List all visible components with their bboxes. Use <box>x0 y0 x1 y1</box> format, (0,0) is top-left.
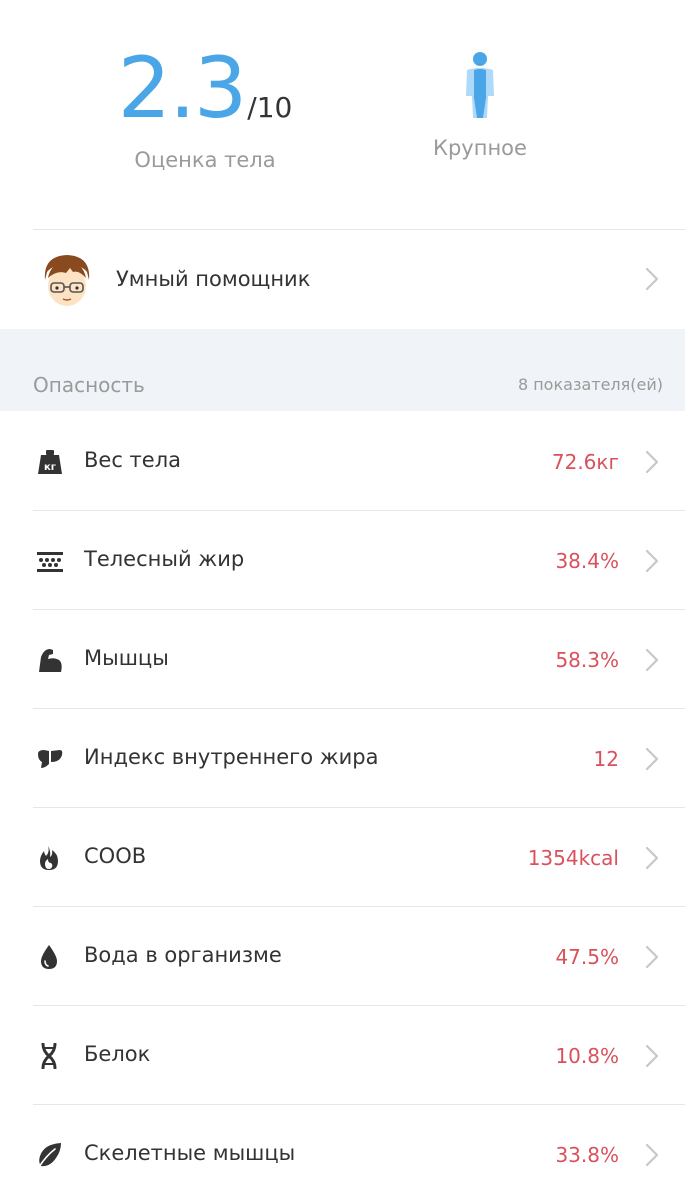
chevron-right-icon <box>645 945 659 969</box>
chevron-right-icon <box>645 1143 659 1167</box>
metric-label: СООВ <box>84 844 147 868</box>
svg-text:кг: кг <box>44 462 56 473</box>
metric-row-skeletal-muscle[interactable]: Скелетные мышцы 33.8% <box>0 1105 685 1204</box>
muscle-icon <box>39 649 62 672</box>
body-type-label: Крупное <box>433 136 527 160</box>
visceral-fat-icon <box>38 750 63 768</box>
avatar <box>37 250 97 310</box>
metric-row-muscle[interactable]: Мышцы 58.3% <box>0 610 685 709</box>
chevron-right-icon <box>645 450 659 474</box>
metric-row-bmr[interactable]: СООВ 1354kcal <box>0 808 685 907</box>
metric-label: Индекс внутреннего жира <box>84 745 379 769</box>
metric-row-protein[interactable]: Белок 10.8% <box>0 1006 685 1105</box>
metric-row-visceral-fat[interactable]: Индекс внутреннего жира 12 <box>0 709 685 808</box>
risk-section-header: Опасность 8 показателя(ей) <box>0 329 685 411</box>
metric-label: Телесный жир <box>84 547 245 571</box>
metric-label: Скелетные мышцы <box>84 1141 296 1165</box>
chevron-right-icon <box>645 747 659 771</box>
smart-assistant-row[interactable]: Умный помощник <box>0 230 685 328</box>
metric-value: 47.5% <box>555 945 619 969</box>
body-score: 2.3/10 Оценка тела <box>100 46 310 172</box>
risk-count: 8 показателя(ей) <box>517 375 663 394</box>
chevron-right-icon <box>645 549 659 573</box>
metric-value: 38.4% <box>555 549 619 573</box>
chevron-right-icon <box>645 267 659 291</box>
chevron-right-icon <box>645 648 659 672</box>
metric-value: 12 <box>593 747 619 771</box>
body-type: Крупное <box>400 50 560 160</box>
score-max: /10 <box>247 91 293 124</box>
water-drop-icon <box>41 945 57 969</box>
score-value: 2.3 <box>117 39 248 137</box>
metric-row-weight[interactable]: кг Вес тела 72.6кг <box>0 412 685 511</box>
metric-value: 10.8% <box>555 1044 619 1068</box>
flame-icon <box>40 846 58 870</box>
smart-assistant-label: Умный помощник <box>116 267 311 291</box>
risk-title: Опасность <box>33 373 145 397</box>
chevron-right-icon <box>645 1044 659 1068</box>
metric-label: Вода в организме <box>84 943 282 967</box>
score-summary: 2.3/10 Оценка тела Крупное <box>0 0 685 228</box>
metrics-list: кг Вес тела 72.6кг Телесный жир 38.4% Мы… <box>0 412 685 1204</box>
dna-icon <box>41 1043 57 1069</box>
metric-row-body-fat[interactable]: Телесный жир 38.4% <box>0 511 685 610</box>
metric-value: 33.8% <box>555 1143 619 1167</box>
metric-value: 72.6кг <box>551 450 619 474</box>
metric-value: 1354kcal <box>527 846 619 870</box>
body-fat-icon <box>37 552 63 572</box>
chevron-right-icon <box>645 846 659 870</box>
metric-value: 58.3% <box>555 648 619 672</box>
body-figure-icon <box>466 52 494 118</box>
metric-label: Белок <box>84 1042 151 1066</box>
metric-row-body-water[interactable]: Вода в организме 47.5% <box>0 907 685 1006</box>
score-label: Оценка тела <box>134 148 276 172</box>
leaf-icon <box>38 1143 61 1168</box>
metric-label: Мышцы <box>84 646 169 670</box>
weight-icon: кг <box>38 450 62 474</box>
metric-label: Вес тела <box>84 448 181 472</box>
